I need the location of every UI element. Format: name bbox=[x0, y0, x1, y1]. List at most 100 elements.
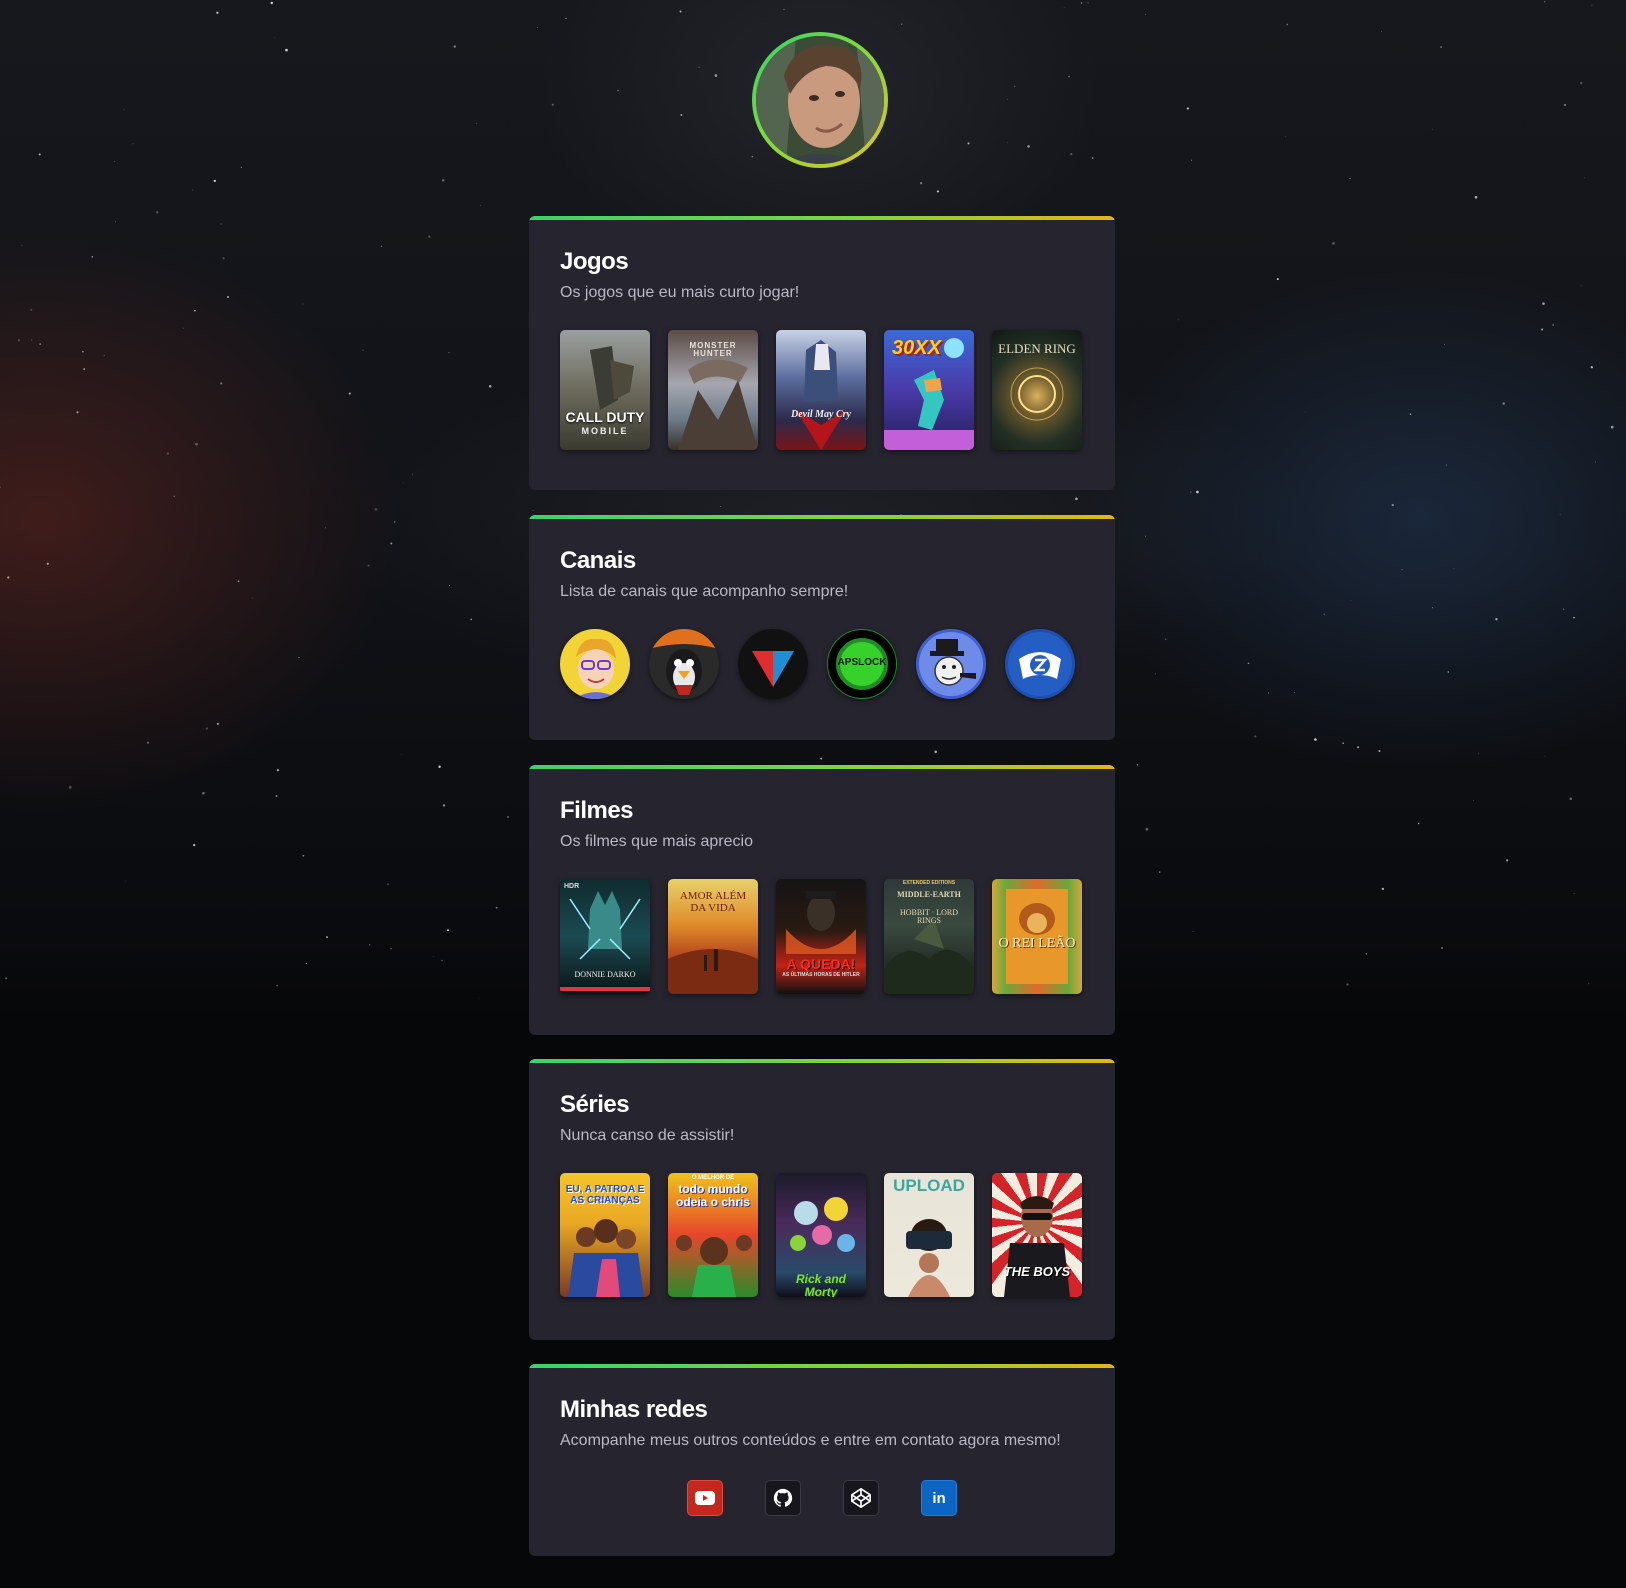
channel-penguin-avatar[interactable] bbox=[649, 629, 719, 699]
star bbox=[1186, 107, 1190, 110]
star bbox=[1247, 662, 1250, 665]
card-subtitle: Os jogos que eu mais curto jogar! bbox=[560, 284, 800, 301]
star bbox=[213, 179, 216, 183]
star bbox=[298, 657, 300, 659]
star bbox=[1178, 319, 1180, 321]
game-poster-monster-hunter[interactable]: MONSTER HUNTER bbox=[668, 330, 758, 450]
card-canais: Canais Lista de canais que acompanho sem… bbox=[529, 515, 1115, 740]
star bbox=[1591, 4, 1593, 6]
star bbox=[1080, 2, 1083, 4]
profile-avatar bbox=[752, 32, 888, 168]
poster-label: AMOR ALÉM DA VIDA bbox=[679, 890, 747, 914]
star bbox=[1192, 931, 1194, 933]
poster-label: 30XX bbox=[892, 337, 941, 359]
star bbox=[551, 103, 554, 106]
channel-red-blue-triangle-logo[interactable] bbox=[738, 629, 808, 699]
star bbox=[166, 452, 170, 455]
series-poster-rick-and-morty[interactable]: Rick and Morty bbox=[776, 1173, 866, 1297]
star bbox=[192, 189, 194, 191]
star bbox=[193, 843, 196, 847]
star bbox=[1439, 46, 1443, 49]
star bbox=[1196, 490, 1199, 494]
star bbox=[1409, 413, 1412, 415]
star bbox=[39, 343, 42, 346]
star bbox=[470, 618, 473, 621]
poster-label: A QUEDA! bbox=[786, 956, 856, 972]
star bbox=[91, 255, 94, 258]
star bbox=[488, 385, 492, 388]
star bbox=[1145, 535, 1146, 537]
channels-list: APSLOCK bbox=[560, 629, 1084, 699]
social-links: in bbox=[560, 1480, 1084, 1516]
star bbox=[38, 153, 41, 156]
star bbox=[1323, 613, 1326, 616]
game-poster-devil-may-cry[interactable]: Devil May Cry bbox=[776, 330, 866, 450]
profile-photo bbox=[756, 36, 884, 164]
star bbox=[1365, 953, 1368, 955]
star bbox=[390, 542, 393, 545]
star bbox=[302, 303, 304, 305]
star bbox=[1564, 104, 1566, 106]
series-poster-todo-mundo-odeia-o-chris[interactable]: O MELHOR DE todo mundo odeia o chris bbox=[668, 1173, 758, 1297]
games-list: CALL DUTY MOBILE MONSTER HUNTER Devil Ma… bbox=[560, 330, 1084, 450]
channel-top-hat-meme-avatar[interactable] bbox=[916, 629, 986, 699]
star bbox=[1165, 638, 1167, 640]
poster-label: MIDDLE-EARTH bbox=[897, 890, 961, 899]
youtube-link[interactable] bbox=[687, 1480, 723, 1516]
star bbox=[1378, 750, 1381, 752]
star bbox=[393, 520, 396, 523]
movie-poster-amor-alem-da-vida[interactable]: AMOR ALÉM DA VIDA bbox=[668, 879, 758, 994]
game-poster-elden-ring[interactable]: ELDEN RING bbox=[992, 330, 1082, 450]
linkedin-link[interactable]: in bbox=[921, 1480, 957, 1516]
series-poster-the-boys[interactable]: THE BOYS bbox=[992, 1173, 1082, 1297]
channel-controller-logo[interactable] bbox=[1005, 629, 1075, 699]
star bbox=[216, 11, 219, 14]
card-title: Jogos bbox=[560, 248, 629, 275]
codepen-link[interactable] bbox=[843, 1480, 879, 1516]
poster-label: UPLOAD bbox=[893, 1176, 965, 1195]
star bbox=[5, 977, 8, 980]
star bbox=[270, 1, 274, 5]
movie-poster-o-rei-leao[interactable]: O REI LEÃO bbox=[992, 879, 1082, 994]
star bbox=[1286, 23, 1289, 26]
star bbox=[1563, 608, 1565, 610]
star bbox=[1304, 411, 1306, 413]
star bbox=[1401, 568, 1403, 571]
star bbox=[1007, 99, 1008, 100]
star bbox=[1441, 947, 1443, 949]
game-poster-call-of-duty[interactable]: CALL DUTY MOBILE bbox=[560, 330, 650, 450]
star bbox=[1342, 742, 1345, 745]
star bbox=[1541, 328, 1544, 331]
star bbox=[125, 880, 126, 882]
star bbox=[1559, 514, 1561, 515]
movie-poster-middle-earth[interactable]: EXTENDED EDITIONS MIDDLE-EARTH HOBBIT · … bbox=[884, 879, 974, 994]
card-subtitle: Lista de canais que acompanho sempre! bbox=[560, 583, 849, 600]
star bbox=[326, 936, 328, 939]
star bbox=[438, 765, 441, 768]
poster-badge: HDR bbox=[564, 883, 580, 890]
poster-label: ELDEN RING bbox=[998, 341, 1076, 356]
card-subtitle: Os filmes que mais aprecio bbox=[560, 833, 753, 850]
poster-label: THE BOYS bbox=[1003, 1264, 1071, 1279]
star bbox=[507, 816, 509, 818]
channel-capslock[interactable]: APSLOCK bbox=[827, 629, 897, 699]
star bbox=[1569, 797, 1573, 801]
star bbox=[475, 123, 477, 125]
star bbox=[369, 944, 371, 946]
poster-label: Rick and Morty bbox=[795, 1272, 846, 1297]
star bbox=[76, 411, 79, 414]
star bbox=[495, 906, 498, 909]
star bbox=[276, 984, 278, 987]
series-poster-upload[interactable]: UPLOAD bbox=[884, 1173, 974, 1297]
game-poster-30xx[interactable]: 30XX bbox=[884, 330, 974, 450]
star bbox=[115, 221, 117, 223]
channel-cartoon-boy-avatar[interactable] bbox=[560, 629, 630, 699]
movie-poster-donnie-darko[interactable]: HDR DONNIE DARKO bbox=[560, 879, 650, 994]
github-link[interactable] bbox=[765, 1480, 801, 1516]
star bbox=[1495, 618, 1498, 621]
star bbox=[1381, 30, 1382, 32]
star bbox=[967, 142, 970, 145]
series-poster-eu-a-patroa[interactable]: EU, A PATROA E AS CRIANÇAS bbox=[560, 1173, 650, 1297]
star bbox=[565, 17, 567, 19]
movie-poster-a-queda[interactable]: A QUEDA! AS ÚLTIMAS HORAS DE HITLER bbox=[776, 879, 866, 994]
